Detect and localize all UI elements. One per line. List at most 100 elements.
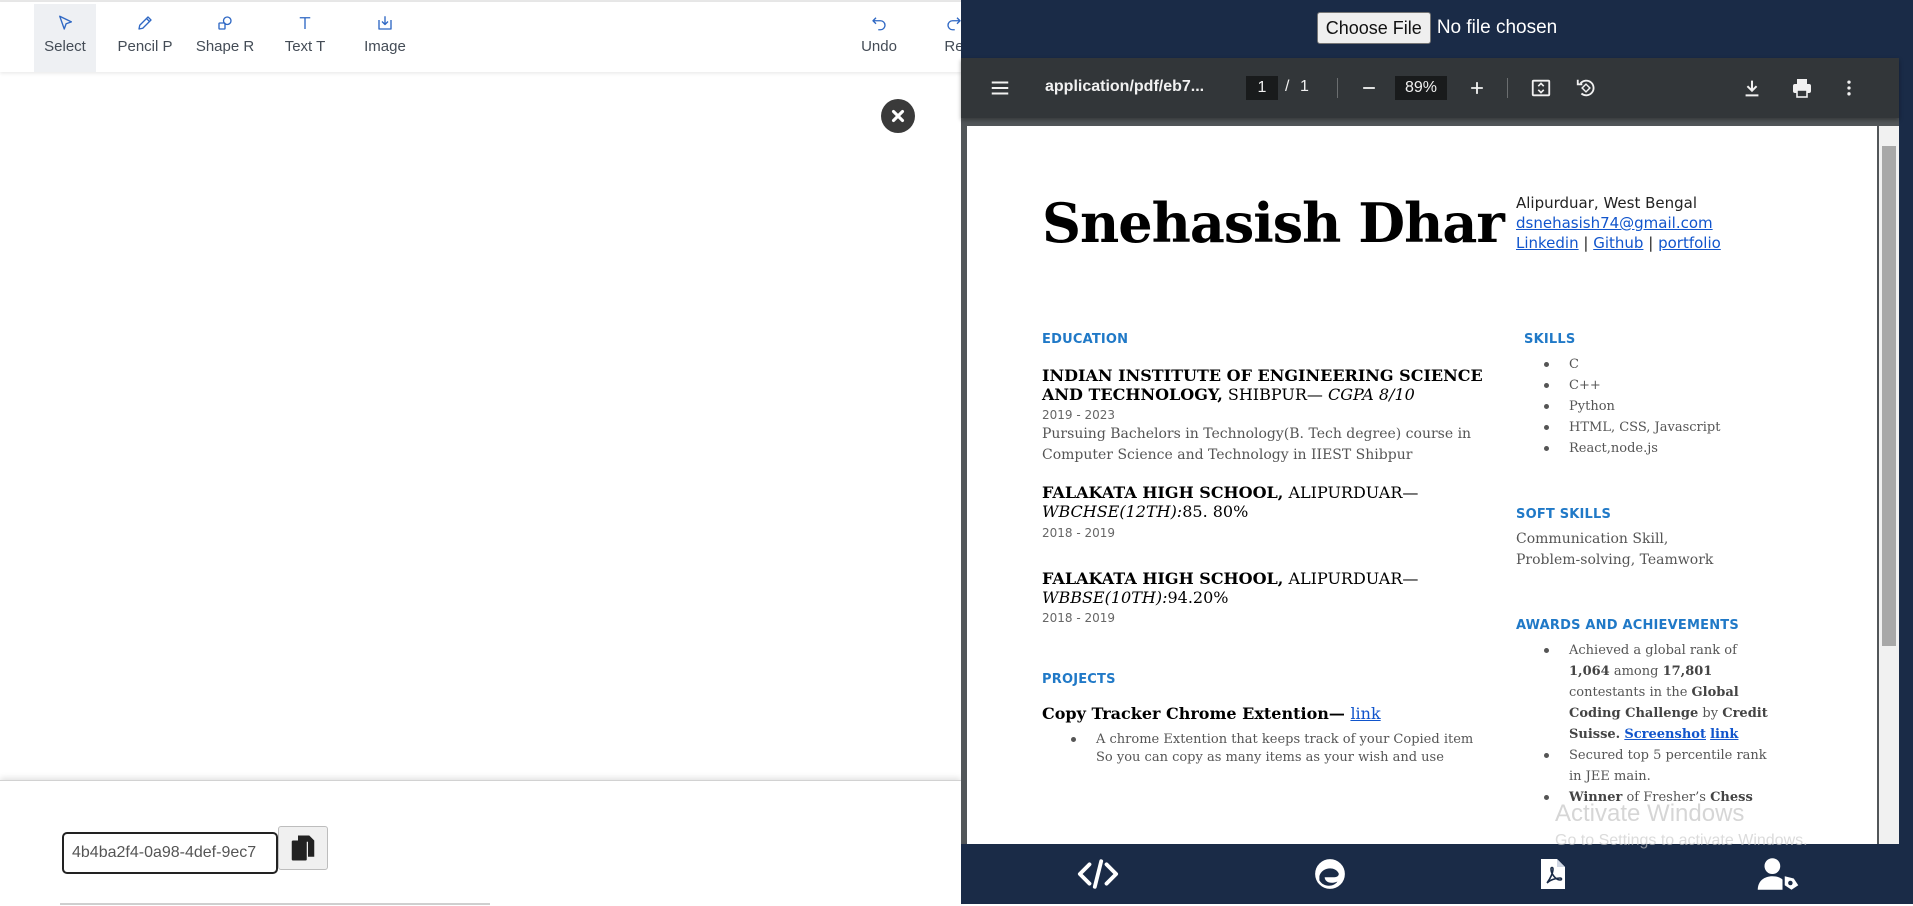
choose-file-button[interactable]: Choose File [1316, 12, 1431, 44]
user-settings-icon [1757, 858, 1799, 890]
score: 94.20% [1167, 588, 1229, 607]
code-nav-button[interactable] [1073, 854, 1123, 894]
award-item: Secured top 5 percentile rank in JEE mai… [1544, 745, 1769, 787]
award-link[interactable]: link [1710, 727, 1738, 742]
award-text: among [1609, 664, 1663, 679]
zoom-out-button[interactable] [1356, 76, 1382, 100]
rotate-button[interactable] [1573, 76, 1599, 100]
plus-icon [1471, 82, 1483, 94]
skill-item: Python [1544, 396, 1615, 417]
education-heading: EDUCATION [1042, 332, 1129, 347]
education-entry-title: INDIAN INSTITUTE OF ENGINEERING SCIENCE … [1042, 366, 1502, 404]
projects-heading: PROJECTS [1042, 672, 1116, 687]
document-title: application/pdf/eb7... [1045, 78, 1205, 95]
project-title: Copy Tracker Chrome Extention— link [1042, 704, 1381, 723]
file-status-text: No file chosen [1436, 17, 1558, 38]
email-link[interactable]: dsnehasish74@gmail.com [1516, 214, 1713, 232]
link-separator: | [1583, 234, 1589, 252]
award-text: contestants in the [1569, 685, 1692, 700]
education-date: 2018 - 2019 [1042, 611, 1116, 625]
resume-email-link[interactable]: dsnehasish74@gmail.com [1516, 214, 1713, 232]
bottom-navigation [961, 844, 1913, 904]
code-icon [1077, 859, 1119, 889]
browser-nav-button[interactable] [1305, 854, 1355, 894]
whiteboard-app: Select Pencil P Shape R Text T Image Und… [0, 0, 964, 906]
school-location: ALIPURDUAR— [1283, 483, 1419, 502]
cursor-icon [59, 15, 73, 30]
zoom-level-input[interactable]: 89% [1395, 76, 1447, 100]
undo-icon [872, 17, 886, 31]
current-page-input[interactable]: 1 [1246, 76, 1278, 100]
pencil-icon [138, 16, 152, 30]
share-id-field[interactable] [62, 832, 278, 874]
more-vertical-icon [1847, 80, 1851, 96]
text-tool-label: Text T [284, 38, 326, 55]
minus-icon [1363, 87, 1375, 89]
resume-location: Alipurduar, West Bengal [1516, 194, 1698, 212]
page-scrollbar[interactable] [1879, 126, 1899, 844]
portfolio-link[interactable]: portfolio [1658, 234, 1721, 252]
sidebar-menu-button[interactable] [987, 76, 1013, 100]
pencil-tool-label: Pencil P [117, 38, 173, 55]
image-tool-button[interactable]: Image [354, 4, 416, 72]
award-item: Winner of Fresher’s Chess [1544, 787, 1769, 808]
toolbar-separator [1337, 78, 1338, 98]
skill-item: C++ [1544, 375, 1601, 396]
close-icon [891, 109, 905, 123]
award-sponsor: Suisse. [1569, 727, 1621, 742]
award-text: of Fresher’s [1622, 790, 1711, 805]
pdf-page: Snehasish Dhar Alipurduar, West Bengal d… [967, 126, 1877, 844]
fit-to-page-button[interactable] [1528, 76, 1554, 100]
drawing-toolbar: Select Pencil P Shape R Text T Image Und… [0, 2, 964, 72]
award-text: Winner [1569, 790, 1623, 805]
pdf-viewer: application/pdf/eb7... 1 / 1 89% Snehasi… [961, 58, 1899, 844]
award-text: by [1698, 706, 1723, 721]
select-tool-button[interactable]: Select [34, 4, 96, 72]
print-button[interactable] [1788, 76, 1816, 100]
school-location: ALIPURDUAR— [1283, 569, 1419, 588]
user-nav-button[interactable] [1753, 854, 1803, 894]
zoom-in-button[interactable] [1464, 76, 1490, 100]
rotate-icon [1576, 79, 1595, 97]
linkedin-link[interactable]: Linkedin [1516, 234, 1579, 252]
more-options-button[interactable] [1839, 76, 1859, 100]
image-upload-icon [378, 16, 392, 30]
pencil-tool-button[interactable]: Pencil P [112, 4, 178, 72]
project-bullet: A chrome Extention that keeps track of y… [1070, 729, 1473, 750]
cgpa: CGPA 8/10 [1327, 385, 1415, 404]
close-button[interactable] [881, 99, 915, 133]
text-tool-button[interactable]: Text T [274, 4, 336, 72]
copy-id-button[interactable] [278, 826, 328, 870]
undo-button[interactable]: Undo [848, 4, 910, 72]
edge-browser-icon [1315, 859, 1345, 889]
select-tool-label: Select [44, 38, 86, 55]
project-link[interactable]: link [1350, 704, 1380, 723]
scrollbar-thumb[interactable] [1882, 146, 1896, 646]
education-entry-title: FALAKATA HIGH SCHOOL, ALIPURDUAR— WBCHSE… [1042, 483, 1502, 521]
education-description: Pursuing Bachelors in Technology(B. Tech… [1042, 426, 1472, 463]
award-sponsor: Credit [1722, 706, 1768, 721]
institution-location: SHIBPUR— [1222, 385, 1328, 404]
page-separator: / [1285, 78, 1290, 95]
education-date: 2019 - 2023 [1042, 408, 1116, 422]
github-link[interactable]: Github [1593, 234, 1643, 252]
school-name: FALAKATA HIGH SCHOOL, [1042, 569, 1284, 588]
pdf-nav-button[interactable] [1528, 854, 1578, 894]
soft-skills-heading: SOFT SKILLS [1516, 507, 1612, 522]
hamburger-menu-icon [991, 81, 1009, 95]
education-entry-title: FALAKATA HIGH SCHOOL, ALIPURDUAR— WBBSE(… [1042, 569, 1502, 607]
pdf-preview-panel: Choose File No file chosen application/p… [961, 0, 1913, 904]
screenshot-link[interactable]: Screenshot [1624, 727, 1706, 742]
award-challenge: Coding Challenge [1569, 706, 1699, 721]
shape-tool-button[interactable]: Shape R [192, 4, 258, 72]
project-name: Copy Tracker Chrome Extention— [1042, 704, 1351, 723]
award-text: Secured top 5 percentile rank [1569, 748, 1767, 763]
education-date: 2018 - 2019 [1042, 526, 1116, 540]
text-icon [299, 17, 311, 29]
soft-skills-text: Communication Skill, [1516, 531, 1669, 547]
download-button[interactable] [1739, 76, 1765, 100]
shape-tool-label: Shape R [195, 38, 255, 55]
shapes-icon [218, 16, 232, 30]
skill-item: HTML, CSS, Javascript [1543, 417, 1720, 438]
board: WBBSE(10TH): [1042, 588, 1168, 607]
